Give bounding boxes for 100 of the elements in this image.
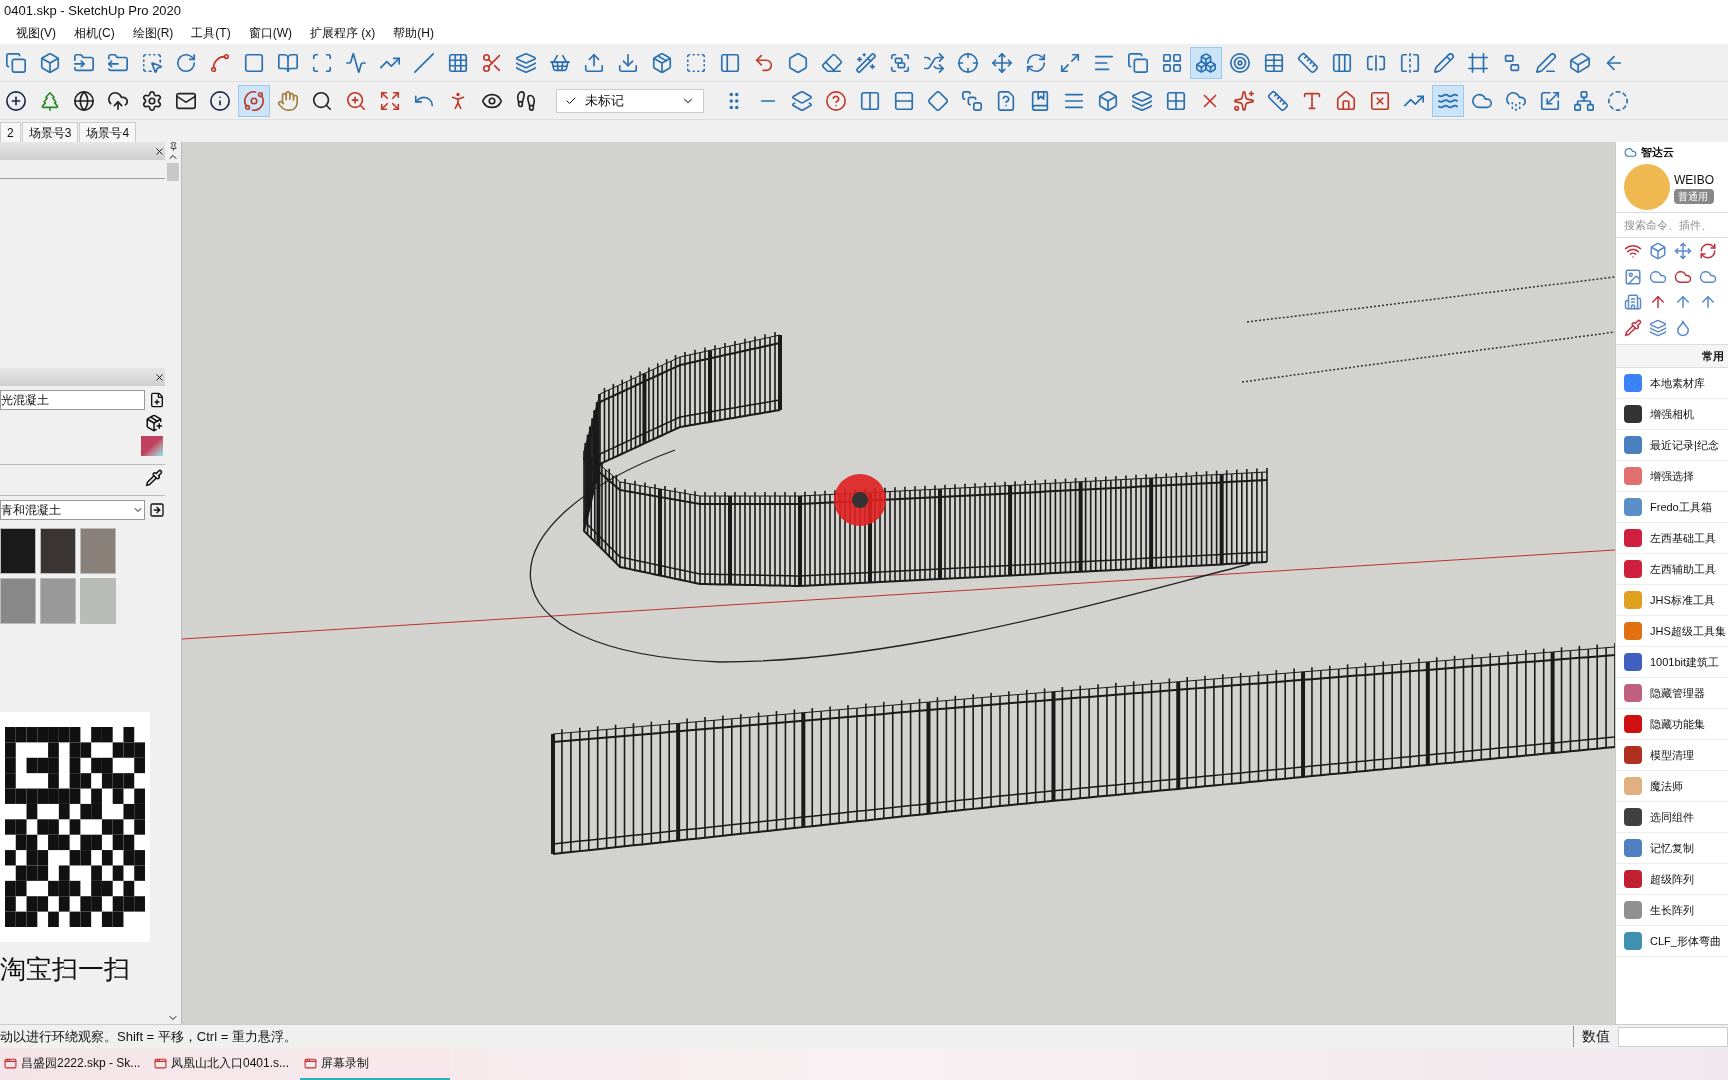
wand-icon[interactable] bbox=[855, 51, 877, 74]
hexagon-icon[interactable] bbox=[787, 51, 809, 74]
network-icon[interactable] bbox=[1573, 89, 1595, 112]
select-icon[interactable] bbox=[141, 51, 163, 74]
grid-icon[interactable] bbox=[447, 51, 469, 74]
scene-tab[interactable]: 场景号3 bbox=[21, 122, 79, 142]
scale-icon[interactable] bbox=[1059, 51, 1081, 74]
search-icon[interactable] bbox=[311, 89, 333, 112]
library-dropdown[interactable]: 青和混凝土 bbox=[0, 500, 145, 520]
plugin-list-item[interactable]: 1001bit建筑工 bbox=[1616, 647, 1728, 678]
plugin-tool-icon[interactable] bbox=[1649, 293, 1667, 311]
plugin-list-item[interactable]: CLF_形体弯曲 bbox=[1616, 926, 1728, 957]
box-icon[interactable] bbox=[39, 51, 61, 74]
boxes-icon[interactable] bbox=[1195, 51, 1217, 74]
pencil-icon[interactable] bbox=[1433, 51, 1455, 74]
square-stack-icon[interactable] bbox=[961, 89, 983, 112]
target-icon[interactable] bbox=[1229, 51, 1251, 74]
resize-icon[interactable] bbox=[1539, 89, 1561, 112]
pin-icon[interactable] bbox=[168, 142, 178, 151]
tree-icon[interactable] bbox=[39, 89, 61, 112]
plugin-tool-icon[interactable] bbox=[1624, 242, 1642, 260]
plugin-list-item[interactable]: 最近记录|纪念 bbox=[1616, 430, 1728, 461]
layer-stack-icon[interactable] bbox=[1131, 89, 1153, 112]
plugin-tool-icon[interactable] bbox=[1624, 267, 1642, 286]
plugin-list-item[interactable]: 选同组件 bbox=[1616, 802, 1728, 833]
solid-box-icon[interactable] bbox=[1097, 89, 1119, 112]
house-icon[interactable] bbox=[1335, 89, 1357, 112]
bookmark-icon[interactable] bbox=[1029, 89, 1051, 112]
value-field[interactable] bbox=[1618, 1026, 1728, 1047]
menu-item[interactable]: 绘图(R) bbox=[132, 24, 174, 42]
plugin-list-item[interactable]: 记忆复制 bbox=[1616, 833, 1728, 864]
scrollbar-thumb[interactable] bbox=[167, 163, 179, 181]
3d-viewport[interactable] bbox=[182, 142, 1615, 1024]
rotate-icon[interactable] bbox=[175, 51, 197, 74]
scissors-icon[interactable] bbox=[481, 51, 503, 74]
import-icon[interactable] bbox=[73, 51, 95, 74]
material-swatch[interactable] bbox=[80, 578, 116, 624]
package-plus-icon[interactable] bbox=[145, 414, 163, 432]
plugin-list-item[interactable]: 增强相机 bbox=[1616, 399, 1728, 430]
menu-item[interactable]: 扩展程序 (x) bbox=[310, 24, 376, 42]
hand-icon[interactable] bbox=[277, 89, 299, 112]
menu-item[interactable]: 帮助(H) bbox=[393, 24, 434, 42]
crosshair-icon[interactable] bbox=[957, 51, 979, 74]
orbit-icon[interactable] bbox=[243, 89, 265, 112]
layers-icon[interactable] bbox=[515, 51, 537, 74]
plugin-tool-icon[interactable] bbox=[1649, 242, 1667, 260]
plugin-list-item[interactable]: 模型清理 bbox=[1616, 740, 1728, 771]
plugin-list-item[interactable]: JHS超级工具集 bbox=[1616, 616, 1728, 647]
scan-icon[interactable] bbox=[311, 51, 333, 74]
menu-item[interactable]: 视图(V) bbox=[16, 24, 56, 42]
plugin-tool-icon[interactable] bbox=[1649, 318, 1667, 337]
help-icon[interactable] bbox=[825, 89, 847, 112]
menu-item[interactable]: 窗口(W) bbox=[248, 24, 292, 42]
measure-icon[interactable] bbox=[1267, 89, 1289, 112]
diamond-icon[interactable] bbox=[927, 89, 949, 112]
plugin-list-item[interactable]: 超级阵列 bbox=[1616, 864, 1728, 895]
taskbar-item[interactable]: 凤凰山北入口0401.s... bbox=[150, 1048, 300, 1080]
plugin-list-item[interactable]: 本地素材库 bbox=[1616, 368, 1728, 399]
pen-icon[interactable] bbox=[1535, 51, 1557, 74]
upload-icon[interactable] bbox=[583, 51, 605, 74]
stack-icon[interactable] bbox=[791, 89, 813, 112]
scene-tab[interactable]: 场景号4 bbox=[79, 122, 137, 142]
plugin-list-item[interactable]: 增强选择 bbox=[1616, 461, 1728, 492]
plugin-list-item[interactable]: 隐藏管理器 bbox=[1616, 678, 1728, 709]
material-swatch[interactable] bbox=[0, 528, 36, 574]
duplicate-icon[interactable] bbox=[1127, 51, 1149, 74]
settings-icon[interactable] bbox=[141, 89, 163, 112]
plugin-tool-icon[interactable] bbox=[1699, 293, 1717, 311]
close-icon[interactable] bbox=[154, 145, 165, 157]
plugin-tool-icon[interactable] bbox=[1674, 242, 1692, 260]
taskbar-item[interactable]: 昌盛园2222.skp - Sk... bbox=[0, 1048, 150, 1080]
graph-icon[interactable] bbox=[345, 51, 367, 74]
package-icon[interactable] bbox=[651, 51, 673, 74]
eraser-icon[interactable] bbox=[821, 51, 843, 74]
sparkle-icon[interactable] bbox=[1233, 89, 1255, 112]
zoom-window-icon[interactable] bbox=[345, 89, 367, 112]
line-icon[interactable] bbox=[413, 51, 435, 74]
mirror-icon[interactable] bbox=[1399, 51, 1421, 74]
scene-tab[interactable]: 2 bbox=[0, 122, 21, 142]
square-icon[interactable] bbox=[243, 51, 265, 74]
circle-icon[interactable] bbox=[1607, 89, 1629, 112]
square-x-icon[interactable] bbox=[1369, 89, 1391, 112]
plugin-list-item[interactable]: 生长阵列 bbox=[1616, 895, 1728, 926]
plugin-list-item[interactable]: Fredo工具箱 bbox=[1616, 492, 1728, 523]
material-swatch[interactable] bbox=[40, 578, 76, 624]
plugin-tool-icon[interactable] bbox=[1624, 293, 1642, 311]
footprints-icon[interactable] bbox=[515, 89, 537, 112]
material-swatch[interactable] bbox=[40, 528, 76, 574]
plugin-list-item[interactable]: 左西基础工具 bbox=[1616, 523, 1728, 554]
column-icon[interactable] bbox=[859, 89, 881, 112]
details-icon[interactable] bbox=[149, 502, 165, 518]
refresh-icon[interactable] bbox=[1025, 51, 1047, 74]
plugin-list-item[interactable]: 左西辅助工具 bbox=[1616, 554, 1728, 585]
add-icon[interactable] bbox=[5, 89, 27, 112]
cloud-line-icon[interactable] bbox=[1505, 89, 1527, 112]
material-swatch[interactable] bbox=[80, 528, 116, 574]
menu-item[interactable]: 工具(T) bbox=[191, 24, 231, 42]
columns-icon[interactable] bbox=[1331, 51, 1353, 74]
info-icon[interactable] bbox=[209, 89, 231, 112]
search-field[interactable]: 搜索命令、插件、 bbox=[1616, 212, 1728, 238]
